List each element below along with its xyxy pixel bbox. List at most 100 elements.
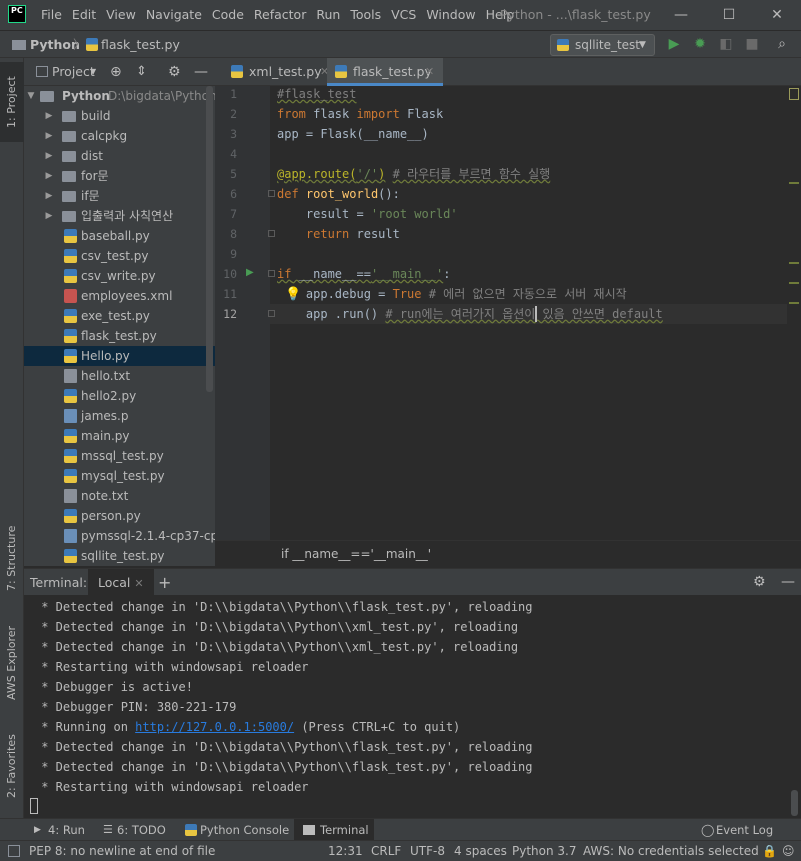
terminal-scrollbar[interactable] <box>791 790 798 816</box>
todo-tool-tab[interactable]: ☰ 6: TODO <box>101 819 166 841</box>
expand-arrow-icon[interactable]: ▶ <box>44 206 54 226</box>
hide-panel-icon[interactable]: — <box>781 569 795 596</box>
project-view-select[interactable]: Project <box>52 58 95 86</box>
coverage-icon[interactable]: ◧ <box>716 34 736 54</box>
tree-file[interactable]: csv_write.py <box>24 266 215 286</box>
code-line[interactable]: #flask_test <box>277 84 356 104</box>
tree-file[interactable]: hello.txt <box>24 366 215 386</box>
tree-folder[interactable]: ▶ 입출력과 사칙연산 <box>24 206 215 226</box>
run-gutter-icon[interactable]: ▶ <box>246 267 254 278</box>
tree-file[interactable]: main.py <box>24 426 215 446</box>
warning-marker[interactable] <box>789 302 799 304</box>
tree-file[interactable]: mysql_test.py <box>24 466 215 486</box>
breadcrumb-file[interactable]: flask_test.py <box>101 31 180 59</box>
menu-vcs[interactable]: VCS <box>386 0 421 30</box>
tree-file[interactable]: james.p <box>24 406 215 426</box>
menu-navigate[interactable]: Navigate <box>141 0 207 30</box>
menu-edit[interactable]: Edit <box>67 0 101 30</box>
collapse-all-icon[interactable]: ⇕ <box>136 58 147 86</box>
code-line[interactable]: result = 'root world' <box>277 204 458 224</box>
tree-file[interactable]: person.py <box>24 506 215 526</box>
menu-view[interactable]: View <box>101 0 141 30</box>
tree-file[interactable]: hello2.py <box>24 386 215 406</box>
terminal-tool-tab[interactable]: Terminal <box>294 819 374 841</box>
panel-toggle-icon[interactable] <box>8 845 20 857</box>
aws-credentials[interactable]: AWS: No credentials selected <box>583 841 759 861</box>
warning-marker[interactable] <box>789 282 799 284</box>
tree-file[interactable]: csv_test.py <box>24 246 215 266</box>
expand-arrow-icon[interactable]: ▶ <box>44 146 54 166</box>
breadcrumb-item[interactable]: if __name__=='__main__' <box>281 541 431 567</box>
warning-marker[interactable] <box>789 262 799 264</box>
run-configuration-select[interactable]: sqllite_test ▼ <box>550 34 655 56</box>
menu-code[interactable]: Code <box>207 0 249 30</box>
code-line[interactable]: return result <box>277 224 400 244</box>
expand-arrow-icon[interactable]: ▶ <box>44 126 54 146</box>
lightbulb-icon[interactable]: 💡 <box>285 287 301 302</box>
favorites-tool-tab[interactable]: 2: Favorites <box>0 726 24 806</box>
code-line[interactable]: @app.route('/') # 라우터를 부르면 함수 실행 <box>277 164 550 184</box>
tree-file[interactable]: employees.xml <box>24 286 215 306</box>
minimize-icon[interactable]: — <box>657 0 705 30</box>
close-icon[interactable]: ✕ <box>753 0 801 30</box>
project-tool-tab[interactable]: 1: Project <box>0 62 24 142</box>
code-line[interactable]: app .run() # run에는 여러가지 옵션이 있음 안쓰면 defau… <box>277 304 663 324</box>
search-icon[interactable]: ⌕ <box>772 34 792 54</box>
tree-file[interactable]: Hello.py <box>24 346 215 366</box>
expand-arrow-icon[interactable]: ▼ <box>26 86 36 106</box>
terminal-tab-local[interactable]: Local ✕ <box>88 569 154 596</box>
tree-folder[interactable]: ▶ calcpkg <box>24 126 215 146</box>
tree-file[interactable]: note.txt <box>24 486 215 506</box>
project-scrollbar[interactable] <box>206 86 213 392</box>
fold-icon[interactable] <box>268 230 275 237</box>
server-url-link[interactable]: http://127.0.0.1:5000/ <box>135 720 294 734</box>
python-interpreter[interactable]: Python 3.7 <box>512 841 577 861</box>
code-line[interactable]: if __name__=='__main__': <box>277 264 450 284</box>
tree-file[interactable]: mssql_test.py <box>24 446 215 466</box>
run-icon[interactable]: ▶ <box>664 34 684 54</box>
indent-setting[interactable]: 4 spaces <box>454 841 507 861</box>
fold-icon[interactable] <box>268 310 275 317</box>
close-tab-icon[interactable]: ✕ <box>134 577 143 590</box>
warning-marker[interactable] <box>789 182 799 184</box>
structure-tool-tab[interactable]: 7: Structure <box>0 518 24 598</box>
expand-arrow-icon[interactable]: ▶ <box>44 186 54 206</box>
gear-icon[interactable]: ⚙ <box>168 58 181 86</box>
code-line[interactable]: def root_world(): <box>277 184 400 204</box>
inspector-icon[interactable]: ☺ <box>782 841 795 861</box>
new-terminal-icon[interactable]: + <box>158 569 171 596</box>
tree-folder[interactable]: ▶ if문 <box>24 186 215 206</box>
status-message[interactable]: PEP 8: no newline at end of file <box>29 841 215 861</box>
run-tool-tab[interactable]: ▶ 4: Run <box>32 819 85 841</box>
line-separator[interactable]: CRLF <box>371 841 401 861</box>
code-line[interactable]: from flask import Flask <box>277 104 443 124</box>
locate-target-icon[interactable]: ⊕ <box>110 58 122 86</box>
tree-root[interactable]: ▼ Python D:\bigdata\Python <box>24 86 215 106</box>
code-line[interactable]: app.debug = True # 에러 없으면 자동으로 서버 재시작 <box>277 284 627 304</box>
lock-icon[interactable]: 🔒 <box>762 841 777 861</box>
fold-icon[interactable] <box>268 190 275 197</box>
tree-file[interactable]: flask_test.py <box>24 326 215 346</box>
python-console-tool-tab[interactable]: Python Console <box>184 819 289 841</box>
code-line[interactable]: app = Flask(__name__) <box>277 124 429 144</box>
expand-arrow-icon[interactable]: ▶ <box>44 166 54 186</box>
menu-run[interactable]: Run <box>311 0 345 30</box>
tree-folder[interactable]: ▶ dist <box>24 146 215 166</box>
menu-file[interactable]: File <box>36 0 67 30</box>
aws-explorer-tool-tab[interactable]: AWS Explorer <box>0 618 24 708</box>
caret-position[interactable]: 12:31 <box>328 841 363 861</box>
tree-file[interactable]: exe_test.py <box>24 306 215 326</box>
menu-tools[interactable]: Tools <box>345 0 386 30</box>
hide-panel-icon[interactable]: — <box>194 58 208 86</box>
dropdown-arrow-icon[interactable]: ▼ <box>90 58 96 86</box>
menu-window[interactable]: Window <box>421 0 480 30</box>
editor-scroll-markers[interactable] <box>787 86 801 540</box>
stop-icon[interactable]: ■ <box>742 34 762 54</box>
tab-flask-test[interactable]: flask_test.py ✕ <box>327 58 443 86</box>
fold-icon[interactable] <box>268 270 275 277</box>
gear-icon[interactable]: ⚙ <box>753 569 766 596</box>
file-encoding[interactable]: UTF-8 <box>410 841 445 861</box>
tree-file[interactable]: pymssql-2.1.4-cp37-cp37 <box>24 526 215 546</box>
tree-file[interactable]: baseball.py <box>24 226 215 246</box>
tree-file[interactable]: sqllite_test.py <box>24 546 215 566</box>
